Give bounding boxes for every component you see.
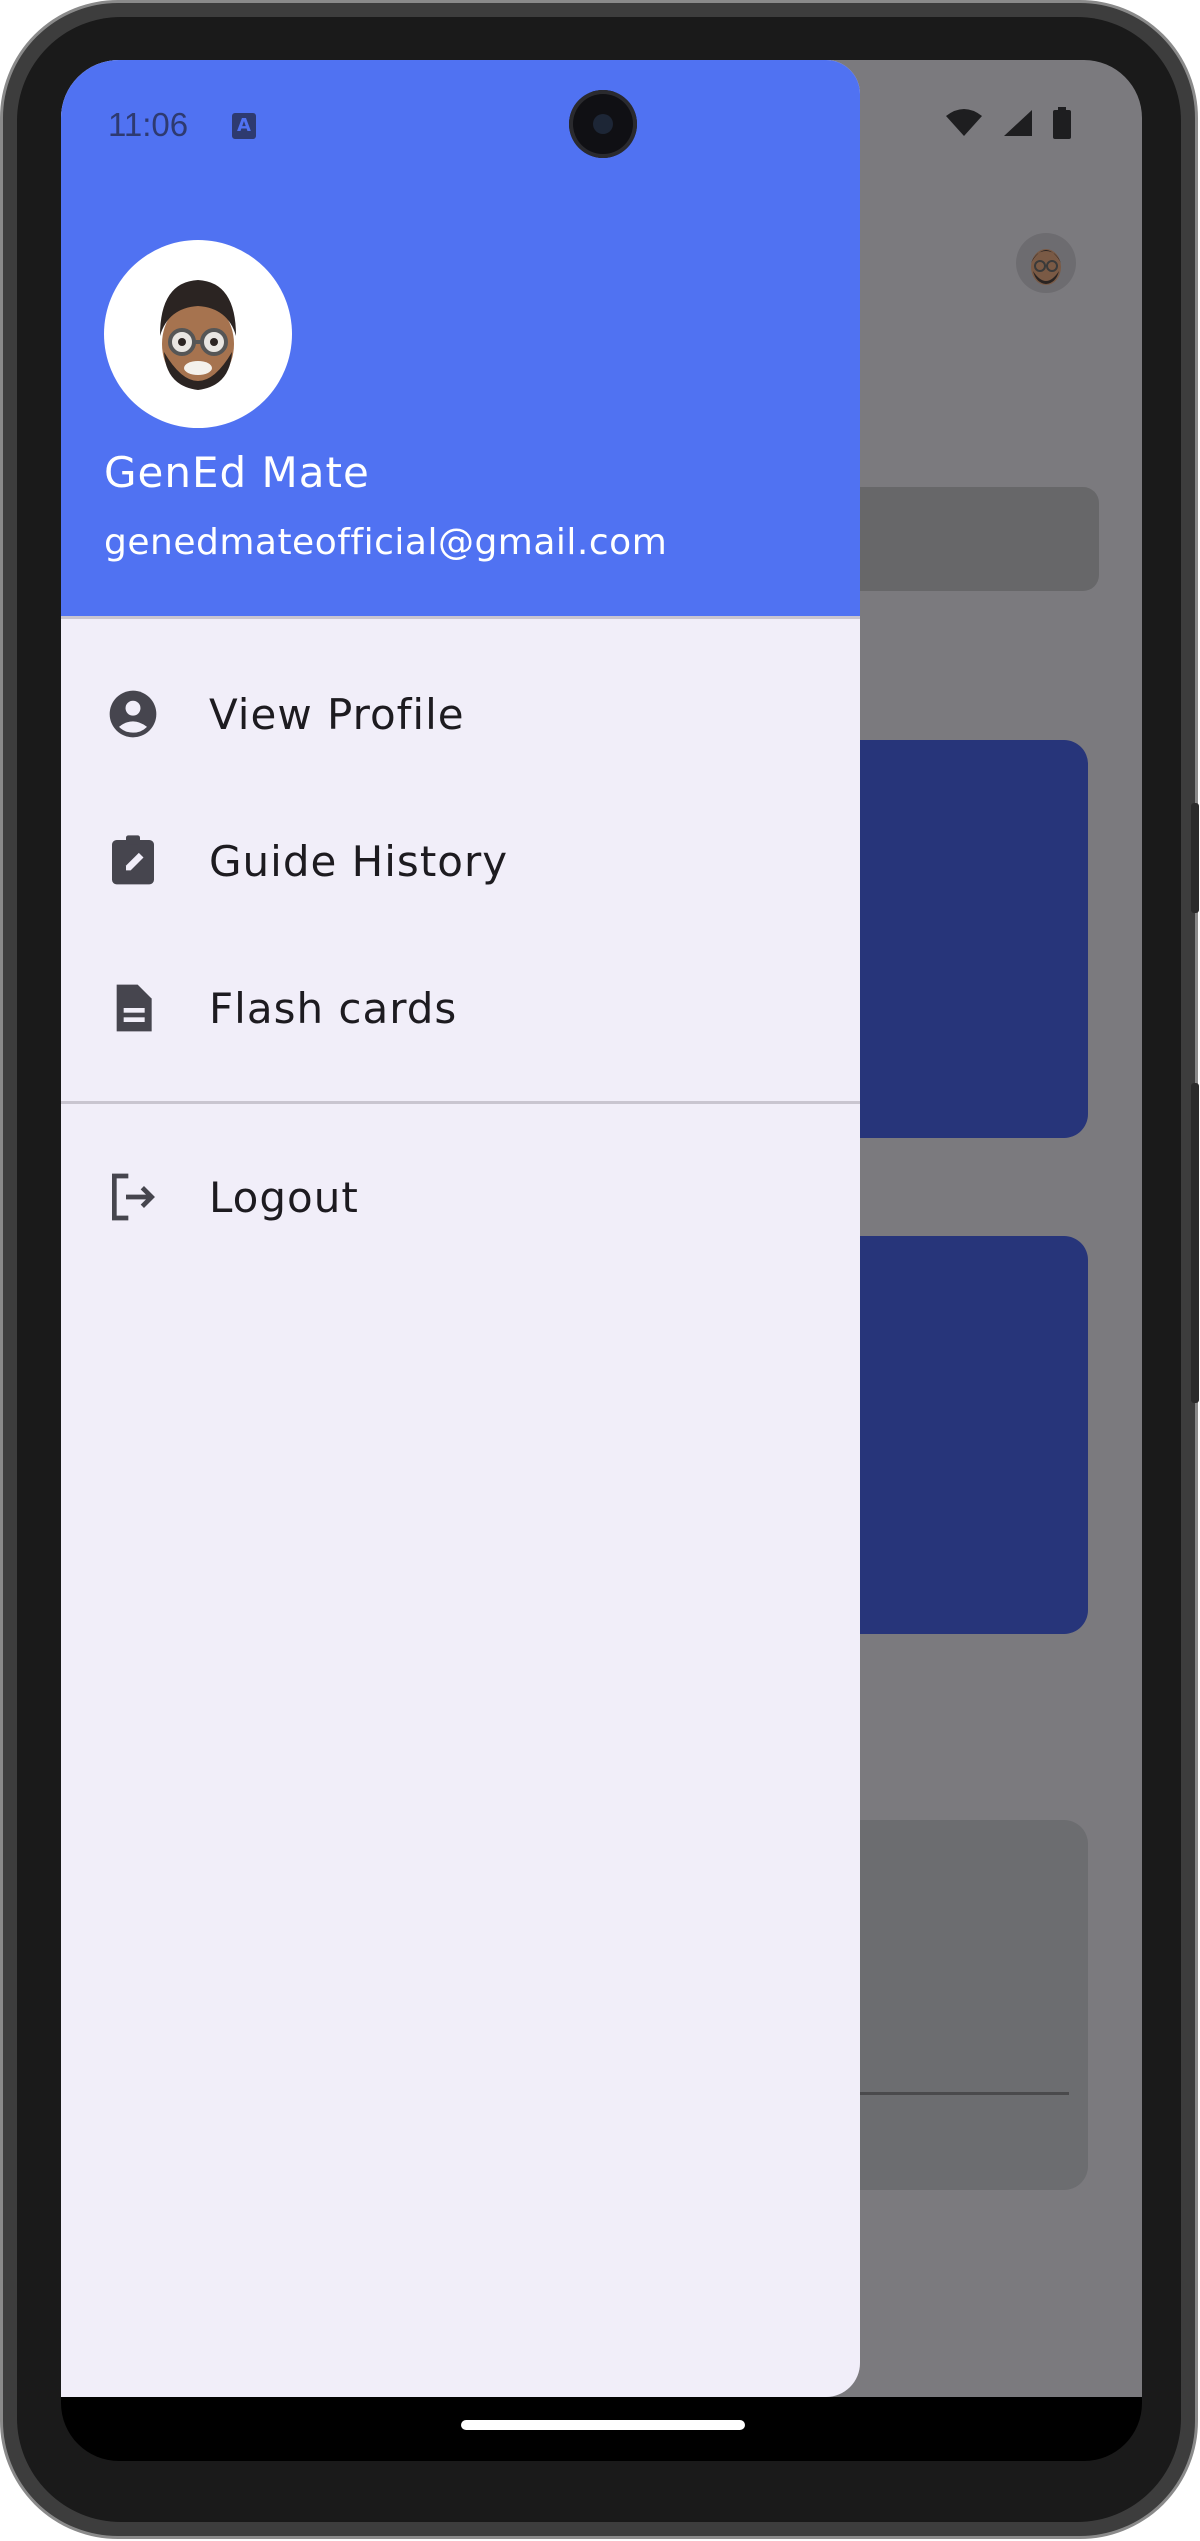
user-email: genedmateofficial@gmail.com <box>104 522 668 563</box>
menu-item-logout[interactable]: Logout <box>61 1137 860 1257</box>
account-circle-icon <box>105 686 161 742</box>
screen: es rvice P) today ity of aged al-time e … <box>61 60 1142 2461</box>
menu-label: Logout <box>209 1172 359 1222</box>
profile-avatar[interactable] <box>1016 233 1076 293</box>
header-avatar[interactable] <box>104 240 292 428</box>
battery-icon <box>1053 107 1071 139</box>
menu-divider <box>61 1101 860 1104</box>
menu-label: Guide History <box>209 836 509 886</box>
document-icon <box>105 980 161 1036</box>
menu-label: View Profile <box>209 689 465 739</box>
memoji-avatar-icon <box>160 280 236 390</box>
power-button <box>1191 803 1199 913</box>
logout-icon <box>105 1169 161 1225</box>
menu-item-guide-history[interactable]: Guide History <box>61 801 860 921</box>
phone-frame: es rvice P) today ity of aged al-time e … <box>0 0 1199 2539</box>
clipboard-edit-icon <box>105 833 161 889</box>
navigation-drawer: 11:06 A GenEd Mate genedmateofficial@gma… <box>61 60 860 2397</box>
status-icons <box>944 107 1072 139</box>
menu-label: Flash cards <box>209 983 458 1033</box>
drawer-header: 11:06 A GenEd Mate genedmateofficial@gma… <box>61 60 860 616</box>
wifi-icon <box>946 109 982 136</box>
home-indicator[interactable] <box>461 2420 745 2430</box>
volume-button <box>1191 1083 1199 1403</box>
memoji-avatar-icon <box>1031 249 1061 285</box>
a-icon: A <box>232 113 256 139</box>
menu-item-view-profile[interactable]: View Profile <box>61 654 860 774</box>
user-name: GenEd Mate <box>104 448 370 497</box>
header-divider <box>61 616 860 619</box>
front-camera <box>569 90 637 158</box>
status-time: 11:06 <box>108 106 189 143</box>
signal-icon <box>1004 110 1032 136</box>
menu-item-flash-cards[interactable]: Flash cards <box>61 948 860 1068</box>
